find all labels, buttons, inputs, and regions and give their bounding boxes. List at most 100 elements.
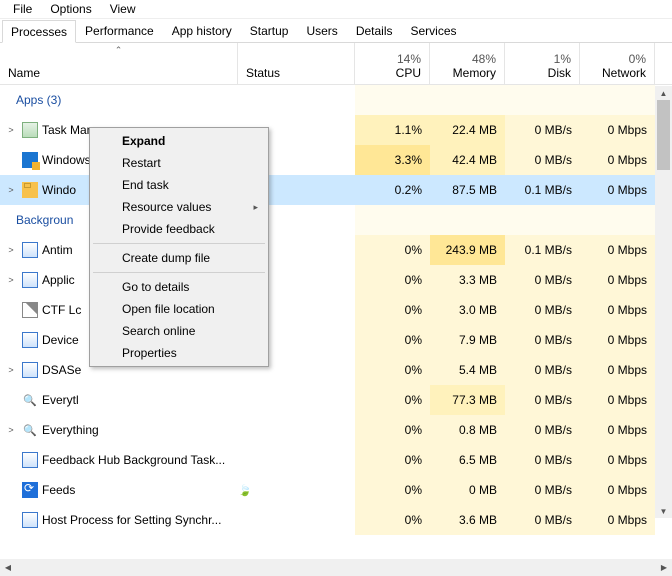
disk-value: 0 MB/s bbox=[505, 415, 580, 445]
process-row[interactable]: >🔍Everything0%0.8 MB0 MB/s0 Mbps bbox=[0, 415, 672, 445]
network-value: 0 Mbps bbox=[580, 295, 655, 325]
cpu-value: 0% bbox=[355, 445, 430, 475]
tab-details[interactable]: Details bbox=[347, 19, 402, 42]
network-value: 0 Mbps bbox=[580, 265, 655, 295]
process-row[interactable]: >Feedback Hub Background Task...0%6.5 MB… bbox=[0, 445, 672, 475]
tab-processes[interactable]: Processes bbox=[2, 20, 76, 43]
disk-value: 0 MB/s bbox=[505, 355, 580, 385]
menu-item-open-file-location[interactable]: Open file location bbox=[92, 298, 266, 320]
tab-users[interactable]: Users bbox=[297, 19, 346, 42]
cpu-value: 0% bbox=[355, 355, 430, 385]
chevron-right-icon[interactable]: > bbox=[4, 125, 18, 135]
scroll-left-icon[interactable]: ◀ bbox=[0, 563, 16, 572]
memory-value: 3.3 MB bbox=[430, 265, 505, 295]
process-name: Feedback Hub Background Task... bbox=[42, 453, 225, 467]
header-memory-pct: 48% bbox=[472, 52, 496, 66]
header-network[interactable]: 0% Network bbox=[580, 43, 655, 84]
app-icon bbox=[22, 362, 38, 378]
menu-view[interactable]: View bbox=[101, 1, 145, 17]
search-icon: 🔍 bbox=[22, 422, 38, 438]
column-headers: ⌃ Name Status 14% CPU 48% Memory 1% Disk… bbox=[0, 43, 672, 85]
network-value: 0 Mbps bbox=[580, 475, 655, 505]
header-name[interactable]: ⌃ Name bbox=[0, 43, 238, 84]
header-network-label: Network bbox=[602, 66, 646, 80]
disk-value: 0 MB/s bbox=[505, 115, 580, 145]
process-name: Everytl bbox=[42, 393, 79, 407]
memory-value: 77.3 MB bbox=[430, 385, 505, 415]
tab-services[interactable]: Services bbox=[402, 19, 466, 42]
chevron-right-icon[interactable]: > bbox=[4, 425, 18, 435]
header-disk[interactable]: 1% Disk bbox=[505, 43, 580, 84]
process-row[interactable]: >Host Process for Setting Synchr...0%3.6… bbox=[0, 505, 672, 535]
menu-item-properties[interactable]: Properties bbox=[92, 342, 266, 364]
context-menu: ExpandRestartEnd taskResource valuesProv… bbox=[89, 127, 269, 367]
memory-value: 42.4 MB bbox=[430, 145, 505, 175]
tab-startup[interactable]: Startup bbox=[241, 19, 298, 42]
chevron-right-icon[interactable]: > bbox=[4, 275, 18, 285]
network-value: 0 Mbps bbox=[580, 325, 655, 355]
menu-item-resource-values[interactable]: Resource values bbox=[92, 196, 266, 218]
scroll-down-icon[interactable]: ▼ bbox=[655, 504, 672, 518]
app-icon bbox=[22, 452, 38, 468]
disk-value: 0 MB/s bbox=[505, 505, 580, 535]
tab-row: Processes Performance App history Startu… bbox=[0, 19, 672, 43]
horizontal-scrollbar[interactable]: ◀ ▶ bbox=[0, 559, 672, 576]
cpu-value: 0% bbox=[355, 325, 430, 355]
scroll-up-icon[interactable]: ▲ bbox=[655, 86, 672, 100]
process-row[interactable]: >Feeds🍃0%0 MB0 MB/s0 Mbps bbox=[0, 475, 672, 505]
cpu-value: 0% bbox=[355, 475, 430, 505]
search-icon: 🔍 bbox=[22, 392, 38, 408]
header-memory-label: Memory bbox=[453, 66, 496, 80]
tab-app-history[interactable]: App history bbox=[163, 19, 241, 42]
network-value: 0 Mbps bbox=[580, 355, 655, 385]
header-status[interactable]: Status bbox=[238, 43, 355, 84]
menu-item-search-online[interactable]: Search online bbox=[92, 320, 266, 342]
memory-value: 3.0 MB bbox=[430, 295, 505, 325]
header-status-label: Status bbox=[246, 66, 346, 80]
network-value: 0 Mbps bbox=[580, 385, 655, 415]
process-name: DSASe bbox=[42, 363, 81, 377]
scroll-thumb[interactable] bbox=[657, 100, 670, 170]
menu-item-end-task[interactable]: End task bbox=[92, 174, 266, 196]
process-name: Feeds bbox=[42, 483, 75, 497]
chevron-right-icon[interactable]: > bbox=[4, 185, 18, 195]
cpu-value: 0.2% bbox=[355, 175, 430, 205]
process-row[interactable]: >🔍Everytl0%77.3 MB0 MB/s0 Mbps bbox=[0, 385, 672, 415]
chevron-right-icon[interactable]: > bbox=[4, 245, 18, 255]
menu-item-provide-feedback[interactable]: Provide feedback bbox=[92, 218, 266, 240]
vertical-scrollbar[interactable]: ▲ ▼ bbox=[655, 86, 672, 518]
scroll-right-icon[interactable]: ▶ bbox=[656, 563, 672, 572]
memory-value: 0 MB bbox=[430, 475, 505, 505]
menu-item-expand[interactable]: Expand bbox=[92, 130, 266, 152]
network-value: 0 Mbps bbox=[580, 115, 655, 145]
header-cpu[interactable]: 14% CPU bbox=[355, 43, 430, 84]
network-value: 0 Mbps bbox=[580, 145, 655, 175]
memory-value: 243.9 MB bbox=[430, 235, 505, 265]
app-icon bbox=[22, 242, 38, 258]
process-name: Windo bbox=[42, 183, 76, 197]
group-background-label: Backgroun bbox=[16, 213, 73, 227]
cpu-value: 0% bbox=[355, 265, 430, 295]
process-name: Antim bbox=[42, 243, 73, 257]
cpu-value: 0% bbox=[355, 415, 430, 445]
process-list: Apps (3) >Task Manager1.1%22.4 MB0 MB/s0… bbox=[0, 85, 672, 535]
header-memory[interactable]: 48% Memory bbox=[430, 43, 505, 84]
network-value: 0 Mbps bbox=[580, 175, 655, 205]
tab-performance[interactable]: Performance bbox=[76, 19, 163, 42]
header-cpu-label: CPU bbox=[396, 66, 421, 80]
header-name-label: Name bbox=[8, 66, 40, 80]
memory-value: 87.5 MB bbox=[430, 175, 505, 205]
menu-item-go-to-details[interactable]: Go to details bbox=[92, 276, 266, 298]
disk-value: 0.1 MB/s bbox=[505, 175, 580, 205]
chevron-right-icon[interactable]: > bbox=[4, 365, 18, 375]
menu-separator bbox=[93, 272, 265, 273]
menu-item-create-dump-file[interactable]: Create dump file bbox=[92, 247, 266, 269]
menu-file[interactable]: File bbox=[4, 1, 41, 17]
cpu-value: 0% bbox=[355, 235, 430, 265]
menubar: File Options View bbox=[0, 0, 672, 19]
header-network-pct: 0% bbox=[629, 52, 646, 66]
menu-item-restart[interactable]: Restart bbox=[92, 152, 266, 174]
app-icon bbox=[22, 512, 38, 528]
menu-options[interactable]: Options bbox=[41, 1, 100, 17]
network-value: 0 Mbps bbox=[580, 415, 655, 445]
